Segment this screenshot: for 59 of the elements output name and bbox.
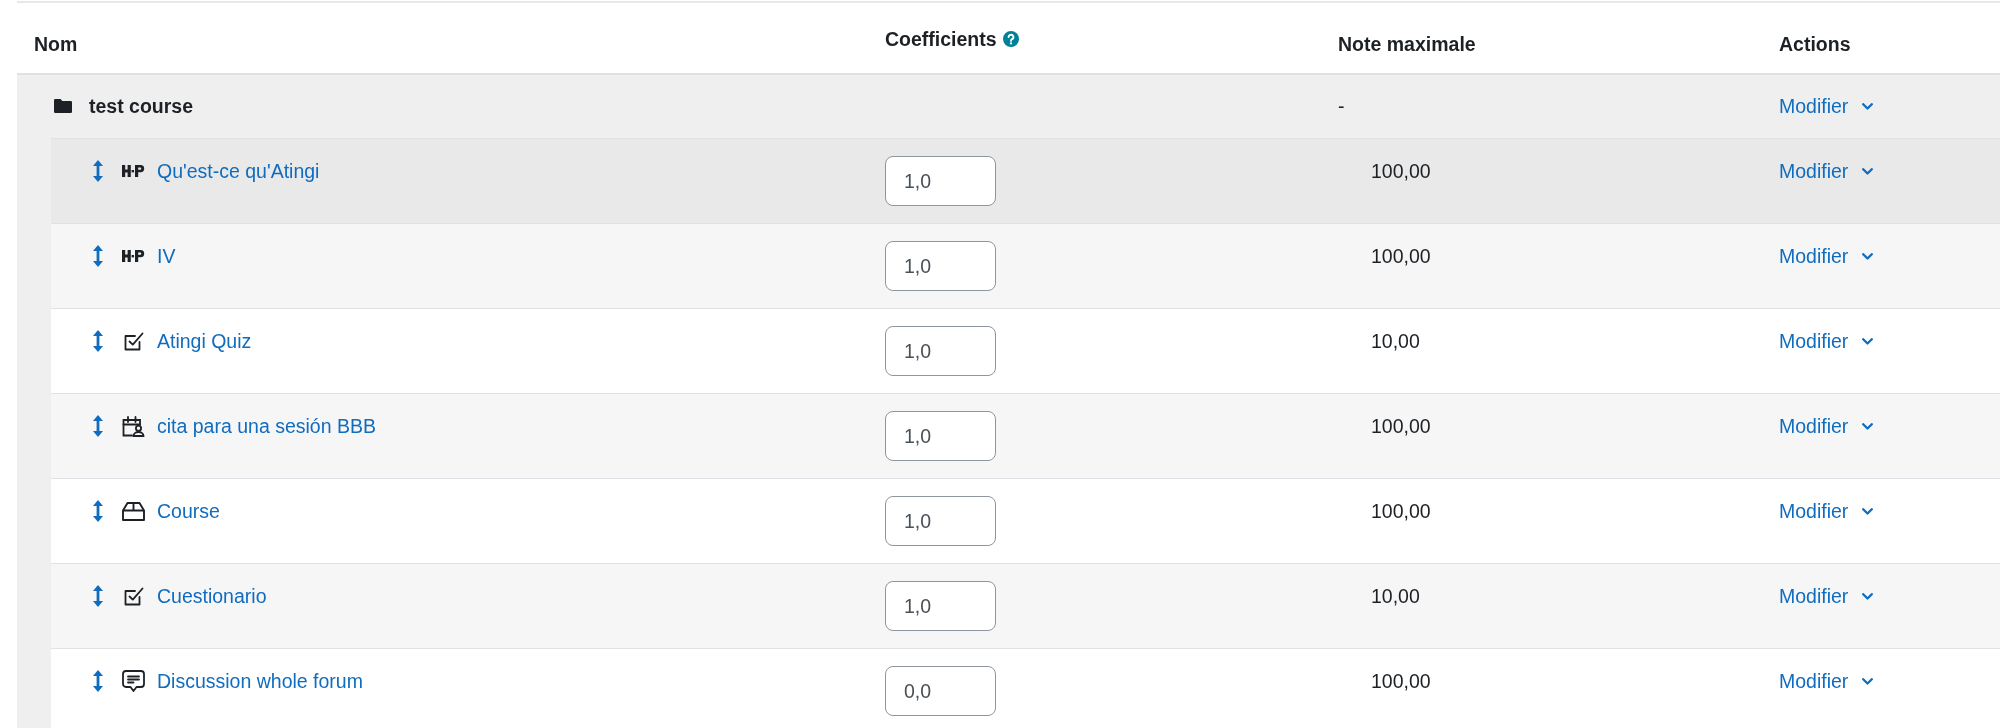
move-handle-icon[interactable] bbox=[93, 500, 103, 522]
weight-input[interactable]: 1,0 bbox=[885, 411, 996, 461]
chevron-down-icon bbox=[1862, 507, 1874, 515]
chevron-down-icon bbox=[1862, 167, 1874, 175]
item-link[interactable]: Course bbox=[157, 496, 220, 526]
box-icon bbox=[122, 501, 145, 521]
chevron-down-icon bbox=[1862, 422, 1874, 430]
checkbox-icon bbox=[123, 586, 144, 606]
move-handle-icon[interactable] bbox=[93, 415, 103, 437]
move-handle-icon[interactable] bbox=[93, 245, 103, 267]
edit-menu-button[interactable]: Modifier bbox=[1779, 496, 1874, 526]
move-handle-icon[interactable] bbox=[93, 160, 103, 182]
max-grade: 10,00 bbox=[1371, 329, 1420, 354]
weight-input[interactable]: 1,0 bbox=[885, 156, 996, 206]
column-header: Note maximale bbox=[1338, 32, 1476, 57]
category-name: test course bbox=[89, 94, 194, 119]
checkbox-icon bbox=[123, 331, 144, 351]
max-grade: - bbox=[1338, 94, 1345, 119]
weight-input[interactable]: 1,0 bbox=[885, 241, 996, 291]
weight-input[interactable]: 1,0 bbox=[885, 326, 996, 376]
folder-icon bbox=[54, 99, 72, 113]
max-grade: 100,00 bbox=[1371, 414, 1431, 439]
chevron-down-icon bbox=[1862, 102, 1874, 110]
weight-input[interactable]: 1,0 bbox=[885, 581, 996, 631]
chevron-down-icon bbox=[1862, 592, 1874, 600]
chevron-down-icon bbox=[1862, 337, 1874, 345]
edit-menu-button[interactable]: Modifier bbox=[1779, 91, 1874, 121]
speech-bubble-icon bbox=[122, 670, 145, 692]
max-grade: 10,00 bbox=[1371, 584, 1420, 609]
edit-menu-button[interactable]: Modifier bbox=[1779, 241, 1874, 271]
item-link[interactable]: cita para una sesión BBB bbox=[157, 411, 376, 441]
column-header: Coefficients bbox=[885, 27, 997, 52]
item-link[interactable]: Discussion whole forum bbox=[157, 666, 363, 696]
logo-icon bbox=[122, 250, 145, 262]
move-handle-icon[interactable] bbox=[93, 670, 103, 692]
move-handle-icon[interactable] bbox=[93, 585, 103, 607]
weight-input[interactable]: 1,0 bbox=[885, 496, 996, 546]
logo-icon bbox=[122, 165, 145, 177]
max-grade: 100,00 bbox=[1371, 499, 1431, 524]
column-header: Nom bbox=[34, 32, 78, 57]
chevron-down-icon bbox=[1862, 677, 1874, 685]
chevron-down-icon bbox=[1862, 252, 1874, 260]
item-link[interactable]: Qu'est-ce qu'Atingi bbox=[157, 156, 320, 186]
item-link[interactable]: IV bbox=[157, 241, 176, 271]
max-grade: 100,00 bbox=[1371, 244, 1431, 269]
move-handle-icon[interactable] bbox=[93, 330, 103, 352]
edit-menu-button[interactable]: Modifier bbox=[1779, 666, 1874, 696]
help-icon[interactable] bbox=[1002, 31, 1019, 47]
edit-menu-button[interactable]: Modifier bbox=[1779, 326, 1874, 356]
item-link[interactable]: Atingi Quiz bbox=[157, 326, 252, 356]
edit-menu-button[interactable]: Modifier bbox=[1779, 156, 1874, 186]
max-grade: 100,00 bbox=[1371, 159, 1431, 184]
weight-input[interactable]: 0,0 bbox=[885, 666, 996, 716]
max-grade: 100,00 bbox=[1371, 669, 1431, 694]
column-header: Actions bbox=[1779, 32, 1851, 57]
calendar-person-icon bbox=[122, 415, 145, 437]
edit-menu-button[interactable]: Modifier bbox=[1779, 411, 1874, 441]
edit-menu-button[interactable]: Modifier bbox=[1779, 581, 1874, 611]
item-link[interactable]: Cuestionario bbox=[157, 581, 267, 611]
